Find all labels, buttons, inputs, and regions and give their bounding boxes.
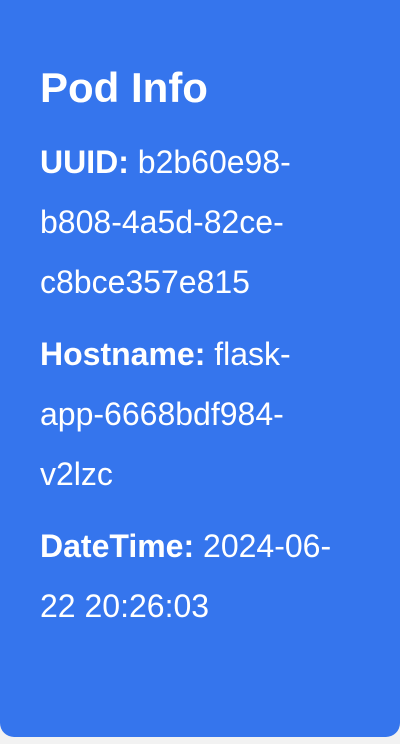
uuid-label: UUID:	[40, 144, 129, 180]
page-title: Pod Info	[40, 64, 208, 111]
hostname-row: Hostname: flask-app-6668bdf984-v2lzc	[40, 324, 340, 504]
datetime-row: DateTime: 2024-06-22 20:26:03	[40, 516, 340, 636]
datetime-label: DateTime:	[40, 528, 195, 564]
hostname-label: Hostname:	[40, 336, 206, 372]
pod-info-card: Pod Info UUID: b2b60e98-b808-4a5d-82ce-c…	[0, 0, 400, 737]
uuid-row: UUID: b2b60e98-b808-4a5d-82ce-c8bce357e8…	[40, 132, 340, 312]
